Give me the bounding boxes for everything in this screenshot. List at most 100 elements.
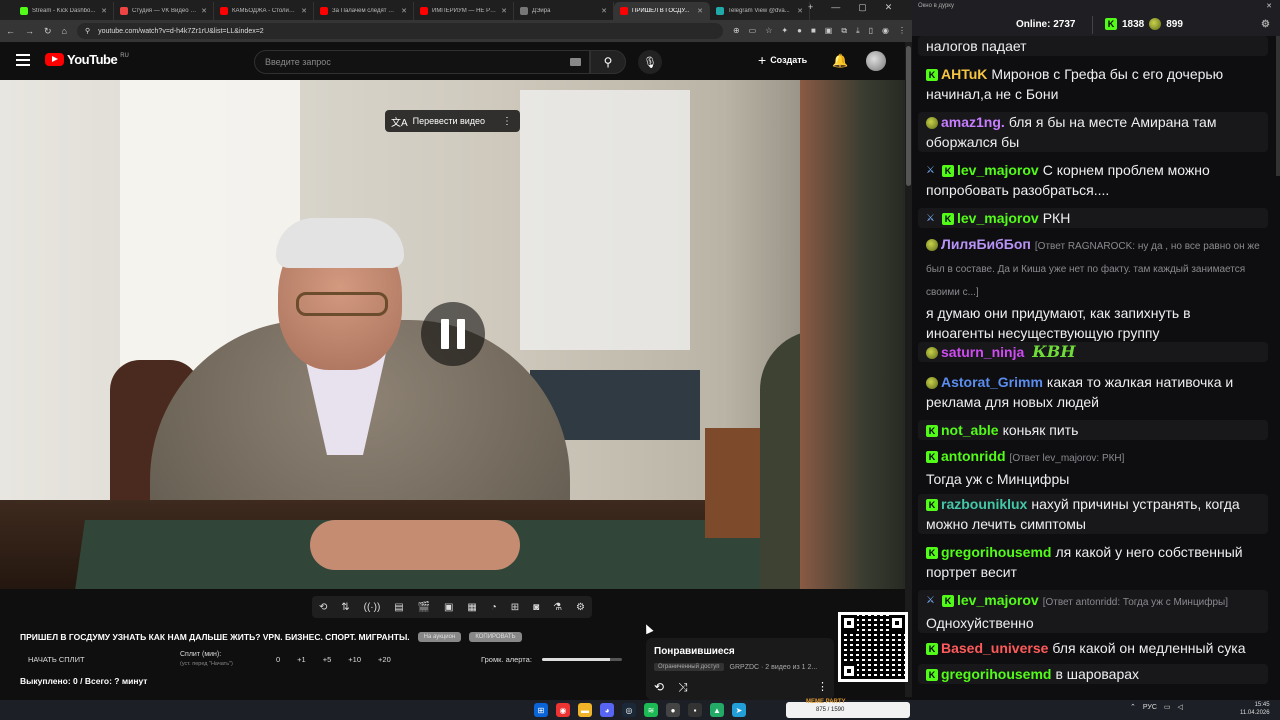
search-button[interactable]: ⚲ xyxy=(590,50,626,74)
menu-icon[interactable]: ⋮ xyxy=(898,26,906,36)
back-icon[interactable]: ← xyxy=(6,26,15,36)
minimize-icon[interactable]: — xyxy=(831,2,840,13)
camera-icon[interactable]: ◙ xyxy=(533,602,539,613)
volume-icon[interactable]: ◁ xyxy=(1178,703,1183,711)
start-split-button[interactable]: НАЧАТЬ СПЛИТ xyxy=(28,655,85,664)
reload-icon[interactable]: ↻ xyxy=(44,26,52,37)
chat-username[interactable]: AHTuK xyxy=(941,66,987,82)
tab-close-icon[interactable]: ✕ xyxy=(401,7,407,15)
chrome-icon[interactable]: ◉ xyxy=(556,703,570,717)
sidebar-icon[interactable]: ▯ xyxy=(869,26,873,36)
flask-icon[interactable]: ⚗ xyxy=(553,602,562,613)
cast-icon[interactable]: ▭ xyxy=(749,26,757,36)
loop-icon[interactable]: ⟲ xyxy=(319,602,327,613)
screen-icon[interactable]: ▣ xyxy=(444,602,453,613)
maximize-icon[interactable]: ▢ xyxy=(858,2,867,13)
browser-tab[interactable]: ДЭйра ✕ xyxy=(514,2,614,20)
shuffle-icon[interactable]: ⤨ xyxy=(678,680,688,695)
more-options-icon[interactable]: ⋮ xyxy=(502,116,512,127)
extension-icon[interactable]: ✦ xyxy=(781,26,788,36)
browser-tab[interactable]: Stream - Kick Dashbo... ✕ xyxy=(14,2,114,20)
browser-tab[interactable]: За Палачем следят в ... ✕ xyxy=(314,2,414,20)
steam-icon[interactable]: ◎ xyxy=(622,703,636,717)
tab-close-icon[interactable]: ✕ xyxy=(301,7,307,15)
voice-search-button[interactable]: 🎙 xyxy=(638,50,662,74)
network-icon[interactable]: ▭ xyxy=(1164,703,1171,711)
tab-close-icon[interactable]: ✕ xyxy=(101,7,107,15)
bookmark-icon[interactable]: ☆ xyxy=(765,26,772,36)
copy-button[interactable]: КОПИРОВАТЬ xyxy=(469,632,522,642)
tab-close-icon[interactable]: ✕ xyxy=(797,7,803,15)
obs-icon[interactable]: ● xyxy=(666,703,680,717)
tab-close-icon[interactable]: ✕ xyxy=(501,7,507,15)
subtitles-icon[interactable]: ▦ xyxy=(467,602,476,613)
alert-volume-slider[interactable] xyxy=(542,658,622,661)
profile-icon[interactable]: ◉ xyxy=(882,26,889,36)
tab-close-icon[interactable]: ✕ xyxy=(201,7,207,15)
browser-tab[interactable]: Студия — VK Видео (... ✕ xyxy=(114,2,214,20)
playlist-title[interactable]: Понравившиеся xyxy=(654,646,735,657)
app-icon[interactable]: ▪ xyxy=(688,703,702,717)
clock[interactable]: 15:45 11.04.2026 xyxy=(1240,701,1270,717)
language-indicator[interactable]: РУС xyxy=(1143,704,1157,711)
tab-close-icon[interactable]: ✕ xyxy=(697,7,703,15)
youtube-logo[interactable]: YouTube RU xyxy=(45,52,129,67)
repeat-icon[interactable]: ⟲ xyxy=(654,680,664,695)
chat-username[interactable]: saturn_ninja xyxy=(941,344,1024,360)
site-info-icon[interactable]: ⚲ xyxy=(85,27,90,35)
preview-icon[interactable]: ▤ xyxy=(394,602,403,613)
browser-tab[interactable]: ПРИШЕЛ В ГОСДУ... ✕ xyxy=(614,2,710,20)
browser-tab[interactable]: ИМПЕРИУМ — НЕ РО... ✕ xyxy=(414,2,514,20)
new-tab-icon[interactable]: + xyxy=(808,2,813,13)
chat-username[interactable]: amaz1ng. xyxy=(941,114,1005,130)
zoom-icon[interactable]: ⊕ xyxy=(733,26,740,36)
playlist-more-icon[interactable]: ⋮ xyxy=(817,680,828,693)
app-icon[interactable]: ▲ xyxy=(710,703,724,717)
download-icon[interactable]: ⤓ xyxy=(856,26,860,36)
close-window-icon[interactable]: ✕ xyxy=(885,2,893,13)
tab-close-icon[interactable]: ✕ xyxy=(601,7,607,15)
home-icon[interactable]: ⌂ xyxy=(62,26,67,36)
telegram-icon[interactable]: ➤ xyxy=(732,703,746,717)
chat-username[interactable]: gregorihousemd xyxy=(941,666,1051,682)
discord-icon[interactable]: ◕ xyxy=(600,703,614,717)
close-icon[interactable]: ✕ xyxy=(1266,2,1272,10)
forward-icon[interactable]: → xyxy=(25,26,34,36)
chat-settings-icon[interactable]: ⚙ xyxy=(1261,19,1270,30)
split-value-button[interactable]: +1 xyxy=(297,655,306,664)
chat-username[interactable]: razbouniklux xyxy=(941,496,1027,512)
extension-icon[interactable]: ■ xyxy=(811,26,816,36)
sort-icon[interactable]: ⇅ xyxy=(341,602,349,613)
notifications-bell-icon[interactable]: 🔔 xyxy=(832,53,848,69)
auction-button[interactable]: На аукцион xyxy=(417,632,462,642)
split-value-button[interactable]: 0 xyxy=(276,655,280,664)
tray-chevron-icon[interactable]: ⌃ xyxy=(1130,703,1136,711)
chat-username[interactable]: Astorat_Grimm xyxy=(941,374,1043,390)
menu-hamburger-icon[interactable] xyxy=(16,54,30,66)
add-icon[interactable]: ⊞ xyxy=(511,602,519,613)
chat-scrollbar[interactable] xyxy=(1276,36,1280,176)
scrollbar-thumb[interactable] xyxy=(906,46,911,186)
chat-username[interactable]: ЛиляБибБоп xyxy=(941,236,1031,252)
split-value-button[interactable]: +10 xyxy=(348,655,361,664)
chat-username[interactable]: Based_universe xyxy=(941,640,1048,656)
extension-icon[interactable]: ▣ xyxy=(825,26,833,36)
folder-icon[interactable]: ▬ xyxy=(578,703,592,717)
search-input[interactable]: Введите запрос xyxy=(254,50,590,74)
browser-tab[interactable]: КАМБОДЖА - Столиц... ✕ xyxy=(214,2,314,20)
pause-button[interactable] xyxy=(421,302,485,366)
start-icon[interactable]: ⊞ xyxy=(534,703,548,717)
chat-username[interactable]: lev_majorov xyxy=(957,592,1039,608)
clapper-icon[interactable]: 🎬 xyxy=(418,602,430,613)
split-value-button[interactable]: +20 xyxy=(378,655,391,664)
speed-icon[interactable]: ◔ xyxy=(491,602,497,613)
chat-username[interactable]: antonridd xyxy=(941,448,1006,464)
create-button[interactable]: + Создать xyxy=(758,52,807,68)
chat-username[interactable]: lev_majorov xyxy=(957,162,1039,178)
extension-icon[interactable]: ● xyxy=(797,26,802,36)
chat-username[interactable]: lev_majorov xyxy=(957,210,1039,226)
settings-icon[interactable]: ⚙ xyxy=(576,602,585,613)
puzzle-icon[interactable]: ⧉ xyxy=(841,26,847,36)
keyboard-icon[interactable] xyxy=(570,58,581,66)
url-field[interactable]: ⚲ youtube.com/watch?v=d-h4k7Zr1rU&list=L… xyxy=(76,23,723,39)
